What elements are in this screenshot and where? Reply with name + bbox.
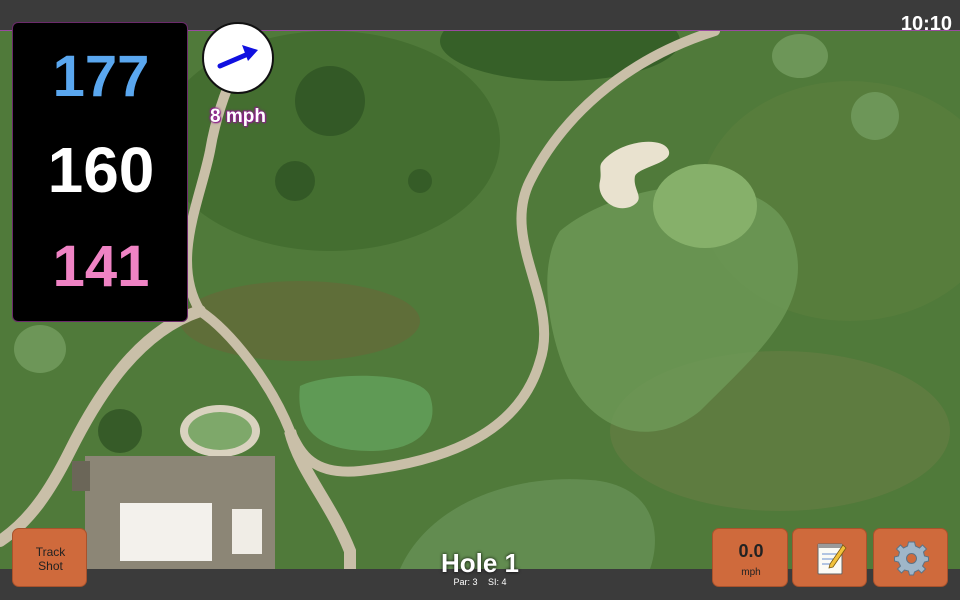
speed-value: 0.0 [738, 541, 764, 561]
front-distance: 141 [52, 234, 150, 299]
par-label: Par: 3 [453, 577, 478, 587]
speed-button[interactable]: 0.0 mph [712, 528, 788, 587]
notes-button[interactable] [792, 528, 867, 587]
track-shot-button[interactable]: Track Shot [12, 528, 87, 587]
gear-icon [894, 541, 929, 576]
track-shot-label: Track Shot [35, 545, 66, 573]
wind-direction-indicator [202, 22, 274, 94]
speed-unit: mph [741, 567, 761, 578]
hole-info: Par: 3 SI: 4 [380, 577, 580, 587]
hole-title: Hole 1 [440, 548, 520, 578]
distance-panel: 177 160 141 [12, 22, 188, 322]
settings-button[interactable] [873, 528, 948, 587]
middle-distance: 160 [47, 134, 155, 206]
stroke-index-label: SI: 4 [488, 577, 507, 587]
back-distance: 177 [52, 44, 150, 109]
notepad-icon [817, 543, 847, 575]
wind-speed-label: 8 mph [210, 106, 266, 127]
wind-arrow-icon [217, 45, 258, 69]
